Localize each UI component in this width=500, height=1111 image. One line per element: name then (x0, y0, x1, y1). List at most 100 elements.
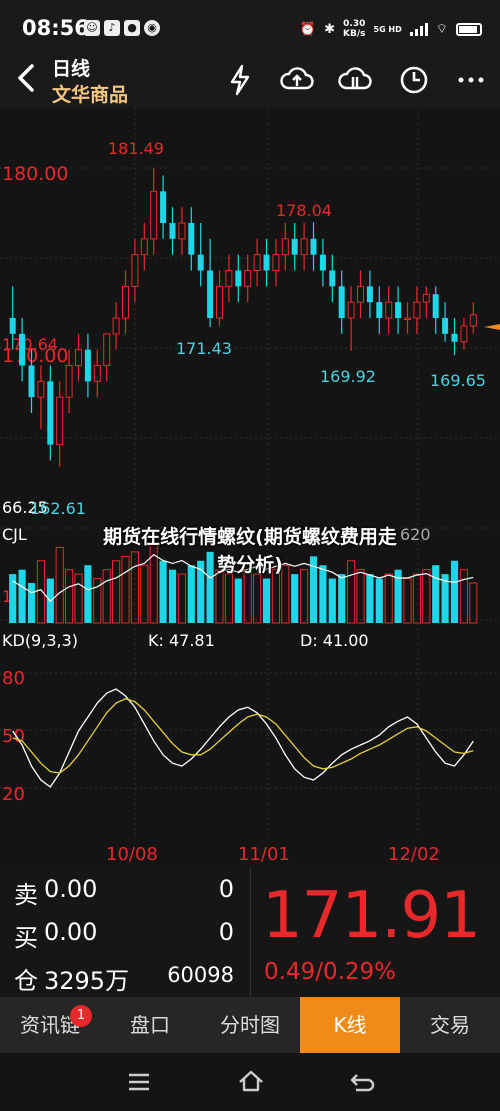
page-title: 日线 (52, 58, 91, 80)
volume-bar (469, 582, 478, 624)
candle-body (385, 301, 393, 319)
menu-icon[interactable] (126, 1070, 152, 1094)
candle-body (121, 285, 130, 319)
candle-body (28, 365, 35, 398)
status-time: 08:56 (22, 16, 89, 40)
location-notification-icon: ● (124, 20, 140, 36)
candle-body (47, 381, 54, 445)
wechat-icon: ◉ (144, 20, 160, 36)
buy-qty: 0 (218, 918, 234, 946)
open-interest-num: 60098 (167, 963, 234, 987)
more-icon[interactable] (453, 62, 489, 98)
volume-bar (338, 574, 346, 623)
kline-chart[interactable]: 180.00 170.64 170.00 66.25 181.49 178.04… (0, 108, 500, 868)
candle-body (376, 302, 383, 318)
annot-high2: 178.04 (276, 201, 332, 220)
candle-body (451, 333, 458, 342)
kline-chart-svg[interactable]: 180.00 170.64 170.00 66.25 181.49 178.04… (0, 108, 500, 868)
sell-label: 卖 (14, 881, 38, 909)
cloud-upload-icon[interactable] (279, 62, 315, 98)
candle-body (356, 285, 365, 303)
candle-body (160, 191, 167, 223)
tab-news-chain[interactable]: 资讯链 1 (0, 997, 100, 1053)
kd-label: KD(9,3,3) (2, 631, 78, 650)
kd-d-line (12, 698, 474, 774)
quote-panel: 卖 0.00 0 买 0.00 0 仓 3295万 60098 171.91 0… (0, 867, 500, 997)
volume-bar (375, 578, 383, 623)
bottom-tab-bar: 资讯链 1 盘口 分时图 K线 交易 (0, 997, 500, 1053)
candle-body (103, 333, 111, 366)
candle-body (403, 317, 412, 320)
volume-bar (432, 565, 440, 623)
candle-body (281, 238, 289, 256)
kd-d-value: D: 41.00 (300, 631, 369, 650)
volume-bar (384, 573, 393, 624)
page-subtitle: 文华商品 (52, 84, 129, 106)
tab-kline-label: K线 (333, 1013, 367, 1037)
signal-icon (409, 22, 428, 36)
volume-bar (234, 578, 242, 623)
x-label-1008: 10/08 (106, 844, 158, 865)
candle-body (263, 254, 270, 271)
quote-divider (250, 867, 251, 997)
candle-body (413, 301, 421, 319)
candle-body (395, 302, 402, 318)
buy-label: 买 (14, 924, 38, 952)
volume-bar (291, 574, 299, 623)
flash-icon[interactable] (222, 62, 258, 98)
app-notification-icon: ☺ (84, 20, 100, 36)
back-arrow-icon[interactable] (10, 58, 44, 98)
alarm-icon: ⏰ (299, 21, 317, 37)
candle-body (366, 286, 373, 303)
candle-body (74, 349, 83, 367)
open-interest-value: 3295万 (44, 967, 130, 995)
candle-body (272, 254, 280, 272)
volume-bar (328, 578, 336, 623)
candle-body (300, 238, 308, 256)
tab-order-book-label: 盘口 (130, 1013, 170, 1037)
volume-bar (224, 573, 233, 624)
tab-kline[interactable]: K线 (300, 997, 400, 1053)
annot-high1: 181.49 (108, 139, 164, 158)
article-title: 期货在线行情螺纹(期货螺纹费用走 势分析) (103, 526, 397, 576)
candle-body (112, 317, 120, 335)
candle-body (469, 314, 477, 327)
candle-body (131, 254, 139, 287)
bluetooth-icon: ✱ (324, 21, 336, 37)
candle-body (207, 270, 214, 318)
candle-body (460, 325, 468, 343)
sell-price: 0.00 (44, 875, 98, 903)
tab-trade[interactable]: 交易 (400, 997, 500, 1053)
x-label-1101: 11/01 (238, 844, 290, 865)
candle-body (169, 223, 176, 239)
tab-intraday-label: 分时图 (220, 1013, 280, 1037)
candle-body (253, 254, 261, 272)
candle-body (84, 349, 91, 382)
candle-body (347, 301, 355, 319)
home-icon[interactable] (236, 1068, 266, 1094)
candle-body (215, 285, 224, 319)
candle-body (329, 270, 336, 287)
clock-icon[interactable] (396, 62, 432, 98)
candle-body (432, 294, 439, 318)
status-right-group: ⏰ ✱ 0.30 KB/s 5G HD ⌔ (300, 16, 482, 42)
tab-intraday[interactable]: 分时图 (200, 997, 300, 1053)
tab-order-book[interactable]: 盘口 (100, 997, 200, 1053)
cloud-alarm-icon[interactable] (337, 62, 373, 98)
volume-bar (459, 569, 468, 624)
candle-body (178, 222, 186, 240)
last-price-marker (484, 324, 500, 330)
candle-body (140, 238, 148, 256)
news-badge: 1 (70, 1005, 92, 1027)
volume-bar (18, 569, 26, 623)
back-nav-icon[interactable] (348, 1069, 376, 1095)
annot-low2: 169.92 (320, 367, 376, 386)
candle-body (225, 270, 233, 287)
buy-price: 0.00 (44, 918, 98, 946)
net-speed: 0.30 KB/s (343, 19, 366, 39)
annot-low1: 171.43 (176, 339, 232, 358)
system-nav-bar (0, 1053, 500, 1111)
volume-bar (177, 573, 186, 624)
candle-body (319, 254, 326, 271)
volume-bar (366, 574, 374, 623)
